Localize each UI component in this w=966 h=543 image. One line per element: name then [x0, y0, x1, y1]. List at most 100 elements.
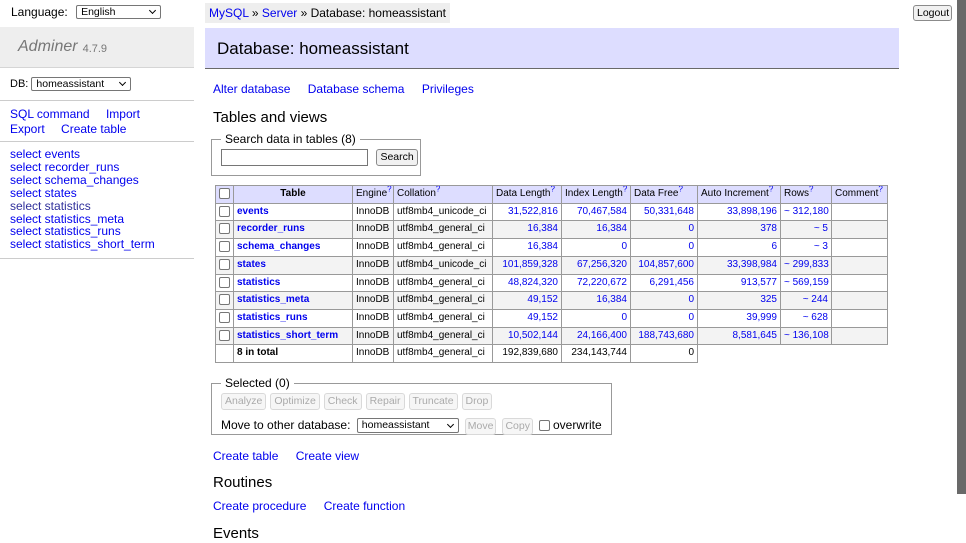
rows-link-statistics[interactable]: ~ 569,159	[784, 277, 829, 288]
adminer-logo[interactable]: Adminer	[18, 38, 78, 56]
help-icon[interactable]: ?	[436, 186, 440, 194]
cell-data_length: 49,152	[493, 309, 562, 327]
help-icon[interactable]: ?	[678, 186, 682, 194]
language-select[interactable]: English	[76, 5, 161, 19]
scrollbar-thumb[interactable]	[957, 0, 966, 494]
sidebar-action-sql-command[interactable]: SQL command	[10, 107, 90, 121]
sidebar-item-select-recorder_runs[interactable]: select recorder_runs	[10, 161, 184, 174]
auto_increment-link-statistics_meta[interactable]: 325	[760, 294, 777, 305]
rows-link-statistics_short_term[interactable]: ~ 136,108	[784, 330, 829, 341]
row-checkbox-statistics[interactable]	[219, 277, 230, 288]
adminer-version-link[interactable]: 4.7.9	[83, 43, 107, 55]
data_length-link-statistics_meta[interactable]: 49,152	[527, 294, 558, 305]
sidebar-item-select-statistics_short_term[interactable]: select statistics_short_term	[10, 238, 184, 251]
data_free-link-statistics_runs[interactable]: 0	[688, 312, 694, 323]
table-link-statistics[interactable]: statistics	[237, 277, 280, 288]
link-database-schema[interactable]: Database schema	[308, 82, 405, 96]
search-input[interactable]	[221, 149, 368, 166]
table-link-recorder_runs[interactable]: recorder_runs	[237, 223, 305, 234]
search-button[interactable]: Search	[376, 149, 417, 166]
row-checkbox-statistics_meta[interactable]	[219, 294, 230, 305]
db-select[interactable]: homeassistant	[31, 77, 131, 91]
link-alter-database[interactable]: Alter database	[213, 82, 290, 96]
link-create-function[interactable]: Create function	[324, 499, 405, 513]
move-db-select[interactable]: homeassistant	[357, 418, 459, 433]
index_length-link-statistics_meta[interactable]: 16,384	[596, 294, 627, 305]
data_free-link-events[interactable]: 50,331,648	[644, 206, 694, 217]
link-create-procedure[interactable]: Create procedure	[213, 499, 306, 513]
row-checkbox-events[interactable]	[219, 206, 230, 217]
row-checkbox-recorder_runs[interactable]	[219, 223, 230, 234]
index_length-link-recorder_runs[interactable]: 16,384	[596, 223, 627, 234]
row-checkbox-statistics_short_term[interactable]	[219, 330, 230, 341]
sidebar-item-select-statistics[interactable]: select statistics	[10, 200, 184, 213]
cell-index_length: 24,166,400	[562, 327, 631, 345]
sidebar-item-select-schema_changes[interactable]: select schema_changes	[10, 174, 184, 187]
move-label: Move to other database:	[221, 418, 350, 432]
rows-link-recorder_runs[interactable]: ~ 5	[814, 223, 828, 234]
link-create-view[interactable]: Create view	[296, 449, 359, 463]
data_free-link-statistics_meta[interactable]: 0	[688, 294, 694, 305]
breadcrumb-link-server[interactable]: Server	[262, 6, 297, 20]
index_length-link-schema_changes[interactable]: 0	[621, 241, 627, 252]
cell-collation: utf8mb4_general_ci	[394, 327, 493, 345]
page-title: Database: homeassistant	[205, 28, 899, 69]
auto_increment-link-states[interactable]: 33,398,984	[727, 259, 777, 270]
data_free-link-schema_changes[interactable]: 0	[688, 241, 694, 252]
index_length-link-events[interactable]: 70,467,584	[577, 206, 627, 217]
sidebar-action-export[interactable]: Export	[10, 122, 45, 136]
breadcrumb-link-mysql[interactable]: MySQL	[209, 6, 249, 20]
data_free-link-states[interactable]: 104,857,600	[638, 259, 694, 270]
table-link-statistics_short_term[interactable]: statistics_short_term	[237, 330, 338, 341]
logout-button[interactable]: Logout	[913, 5, 952, 21]
select-all-checkbox[interactable]	[219, 188, 230, 199]
table-link-schema_changes[interactable]: schema_changes	[237, 241, 320, 252]
auto_increment-link-statistics[interactable]: 913,577	[741, 277, 777, 288]
data_length-link-schema_changes[interactable]: 16,384	[527, 241, 558, 252]
table-link-events[interactable]: events	[237, 206, 269, 217]
help-icon[interactable]: ?	[769, 186, 773, 194]
auto_increment-link-recorder_runs[interactable]: 378	[760, 223, 777, 234]
data_length-link-states[interactable]: 101,859,328	[502, 259, 558, 270]
row-checkbox-schema_changes[interactable]	[219, 241, 230, 252]
auto_increment-link-statistics_short_term[interactable]: 8,581,645	[733, 330, 778, 341]
row-checkbox-statistics_runs[interactable]	[219, 312, 230, 323]
table-header-row: TableEngine?Collation?Data Length?Index …	[216, 186, 888, 204]
rows-link-events[interactable]: ~ 312,180	[784, 206, 829, 217]
table-link-states[interactable]: states	[237, 259, 266, 270]
rows-link-statistics_meta[interactable]: ~ 244	[803, 294, 828, 305]
index_length-link-statistics_runs[interactable]: 0	[621, 312, 627, 323]
data_length-link-statistics[interactable]: 48,824,320	[508, 277, 558, 288]
sidebar-action-create-table[interactable]: Create table	[61, 122, 126, 136]
row-checkbox-states[interactable]	[219, 259, 230, 270]
help-icon[interactable]: ?	[878, 186, 882, 194]
index_length-link-statistics[interactable]: 72,220,672	[577, 277, 627, 288]
rows-link-states[interactable]: ~ 299,833	[784, 259, 829, 270]
rows-link-schema_changes[interactable]: ~ 3	[814, 241, 828, 252]
data_length-link-statistics_runs[interactable]: 49,152	[527, 312, 558, 323]
data_length-link-statistics_short_term[interactable]: 10,502,144	[508, 330, 558, 341]
index_length-link-statistics_short_term[interactable]: 24,166,400	[577, 330, 627, 341]
rows-link-statistics_runs[interactable]: ~ 628	[803, 312, 828, 323]
help-icon[interactable]: ?	[387, 186, 391, 194]
sidebar-item-select-states[interactable]: select states	[10, 187, 184, 200]
auto_increment-link-schema_changes[interactable]: 6	[771, 241, 777, 252]
auto_increment-link-statistics_runs[interactable]: 39,999	[746, 312, 777, 323]
help-icon[interactable]: ?	[623, 186, 627, 194]
index_length-link-states[interactable]: 67,256,320	[577, 259, 627, 270]
help-icon[interactable]: ?	[551, 186, 555, 194]
data_free-link-recorder_runs[interactable]: 0	[688, 223, 694, 234]
auto_increment-link-events[interactable]: 33,898,196	[727, 206, 777, 217]
sidebar-item-select-events[interactable]: select events	[10, 148, 184, 161]
link-privileges[interactable]: Privileges	[422, 82, 474, 96]
overwrite-checkbox[interactable]	[539, 420, 550, 431]
sidebar-action-import[interactable]: Import	[106, 107, 140, 121]
data_length-link-recorder_runs[interactable]: 16,384	[527, 223, 558, 234]
data_free-link-statistics[interactable]: 6,291,456	[650, 277, 695, 288]
table-link-statistics_runs[interactable]: statistics_runs	[237, 312, 308, 323]
data_free-link-statistics_short_term[interactable]: 188,743,680	[638, 330, 694, 341]
data_length-link-events[interactable]: 31,522,816	[508, 206, 558, 217]
help-icon[interactable]: ?	[809, 186, 813, 194]
table-link-statistics_meta[interactable]: statistics_meta	[237, 294, 309, 305]
link-create-table[interactable]: Create table	[213, 449, 278, 463]
